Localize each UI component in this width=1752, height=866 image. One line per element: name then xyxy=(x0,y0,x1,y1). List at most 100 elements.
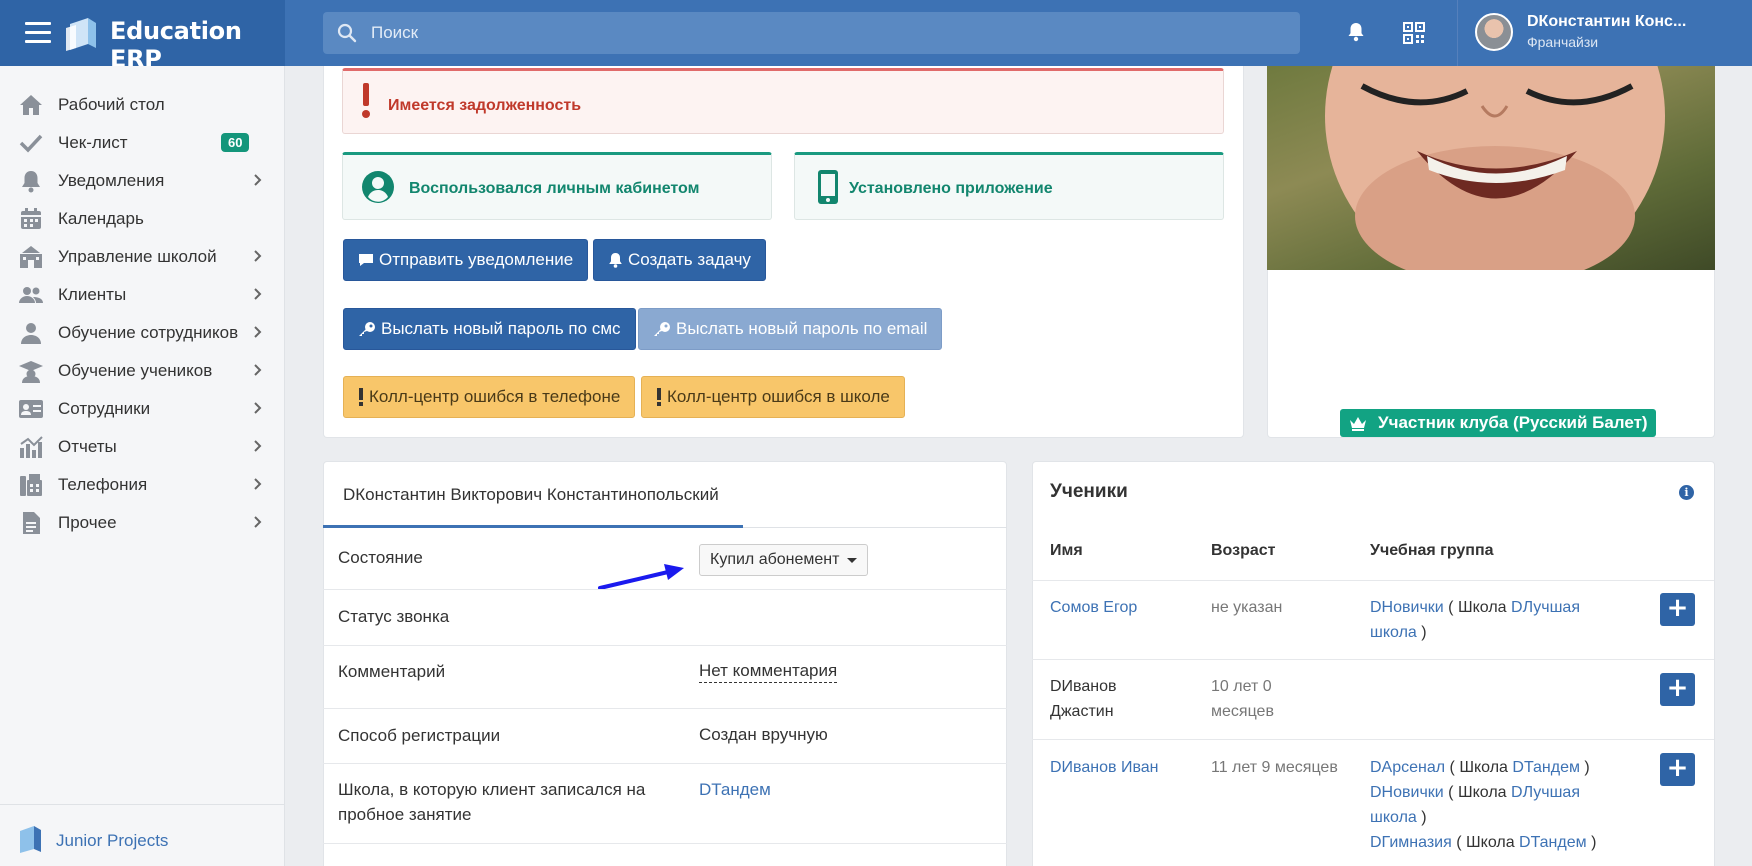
row-divider xyxy=(323,589,1007,590)
row-divider xyxy=(323,708,1007,709)
sidebar-item-label: Телефония xyxy=(58,475,148,494)
exclamation-icon xyxy=(359,388,363,406)
qr-code-icon[interactable] xyxy=(1403,22,1425,44)
sidebar-item-staff-training[interactable]: Обучение сотрудников xyxy=(0,316,285,350)
bell-icon[interactable] xyxy=(1347,22,1365,42)
tab-client-name[interactable]: DКонстантин Викторович Константинопольск… xyxy=(343,485,719,505)
send-email-password-button[interactable]: Выслать новый пароль по email xyxy=(638,308,943,350)
send-notification-label: Отправить уведомление xyxy=(379,250,574,269)
chevron-right-icon xyxy=(254,478,262,490)
column-header-name: Имя xyxy=(1050,542,1083,559)
search-icon xyxy=(337,23,357,43)
school-link[interactable]: DТандем xyxy=(1512,759,1580,776)
info-icon[interactable]: i xyxy=(1679,485,1694,500)
chart-icon xyxy=(20,436,43,458)
chevron-right-icon xyxy=(254,250,262,262)
chevron-right-icon xyxy=(254,516,262,528)
callcenter-school-error-label: Колл-центр ошибся в школе xyxy=(667,387,890,406)
sidebar-item-clients[interactable]: Клиенты xyxy=(0,278,285,312)
client-photo[interactable] xyxy=(1267,66,1715,270)
app-title[interactable]: Education ERP xyxy=(110,17,285,73)
calendar-icon xyxy=(21,208,41,229)
search-box[interactable] xyxy=(323,12,1300,54)
file-icon xyxy=(23,512,40,534)
search-input[interactable] xyxy=(371,12,1271,54)
sidebar-item-label: Обучение учеников xyxy=(58,361,213,380)
student-name-link[interactable]: Сомов Егор xyxy=(1050,595,1137,620)
comment-value[interactable]: Нет комментария xyxy=(699,661,838,683)
sidebar-item-employees[interactable]: Сотрудники xyxy=(0,392,285,426)
field-label-registration: Способ регистрации xyxy=(338,726,501,745)
send-sms-password-button[interactable]: Выслать новый пароль по смс xyxy=(343,308,636,350)
cabinet-used-status: Воспользовался личным кабинетом xyxy=(342,152,772,220)
trial-school-link[interactable]: DТандем xyxy=(699,780,771,800)
callcenter-phone-error-button[interactable]: Колл-центр ошибся в телефоне xyxy=(343,376,636,418)
student-name-link[interactable]: DИванов Иван xyxy=(1050,755,1159,780)
field-label-state: Состояние xyxy=(338,548,423,567)
send-email-password-label: Выслать новый пароль по email xyxy=(676,319,928,338)
group-link[interactable]: DАрсенал xyxy=(1370,759,1445,776)
face-image xyxy=(1325,66,1665,270)
chevron-right-icon xyxy=(254,440,262,452)
student-age: 10 лет 0 месяцев xyxy=(1211,678,1274,720)
exclamation-icon xyxy=(657,388,661,406)
sidebar-item-label: Прочее xyxy=(58,513,117,532)
debt-alert: Имеется задолженность xyxy=(342,68,1224,134)
column-header-group: Учебная группа xyxy=(1370,542,1494,559)
group-link[interactable]: DГимназия xyxy=(1370,834,1452,851)
sidebar-item-label: Обучение сотрудников xyxy=(58,323,239,342)
student-name: DИванов Джастин xyxy=(1050,678,1117,720)
chevron-right-icon xyxy=(254,326,262,338)
group-school-prefix: ( Школа xyxy=(1445,759,1513,776)
sidebar-item-reports[interactable]: Отчеты xyxy=(0,430,285,464)
student-group-line: DНовички ( Школа DЛучшая школа ) xyxy=(1370,595,1620,645)
students-title: Ученики xyxy=(1050,481,1128,502)
callcenter-school-error-button[interactable]: Колл-центр ошибся в школе xyxy=(641,376,905,418)
graduation-cap-icon xyxy=(19,361,43,383)
send-notification-button[interactable]: Отправить уведомление xyxy=(343,239,589,281)
create-task-button[interactable]: Создать задачу xyxy=(593,239,766,281)
comment-icon xyxy=(359,254,373,266)
key-icon xyxy=(654,322,670,336)
id-card-icon xyxy=(19,400,43,418)
menu-icon[interactable] xyxy=(25,22,51,44)
sidebar-item-label: Календарь xyxy=(58,209,144,228)
comment-editable[interactable]: Нет комментария xyxy=(699,661,838,683)
row-divider xyxy=(323,645,1007,646)
add-group-button[interactable]: + xyxy=(1660,593,1695,626)
group-link[interactable]: DНовички xyxy=(1370,599,1444,616)
user-name[interactable]: DКонстантин Конс... xyxy=(1527,13,1686,31)
sidebar-item-student-training[interactable]: Обучение учеников xyxy=(0,354,285,388)
sidebar-item-telephony[interactable]: Телефония xyxy=(0,468,285,502)
group-school-suffix: ) xyxy=(1416,809,1427,826)
group-school-suffix: ) xyxy=(1579,759,1590,776)
sidebar: Рабочий стол Чек-лист 60 Уведомления Кал… xyxy=(0,66,285,866)
student-age: не указан xyxy=(1211,599,1283,616)
sidebar-item-checklist[interactable]: Чек-лист 60 xyxy=(0,126,285,160)
school-link[interactable]: DТандем xyxy=(1519,834,1587,851)
sidebar-item-calendar[interactable]: Календарь xyxy=(0,202,285,236)
caret-down-icon xyxy=(847,558,858,563)
row-divider xyxy=(323,763,1007,764)
junior-projects-logo-icon xyxy=(20,826,41,853)
crown-icon xyxy=(1350,417,1366,431)
field-label-comment: Комментарий xyxy=(338,662,446,681)
debt-alert-text: Имеется задолженность xyxy=(388,97,582,114)
add-group-button[interactable]: + xyxy=(1660,673,1695,706)
send-sms-password-label: Выслать новый пароль по смс xyxy=(381,319,621,338)
annotation-arrow xyxy=(598,564,684,590)
add-group-button[interactable]: + xyxy=(1660,753,1695,786)
sidebar-item-school-management[interactable]: Управление школой xyxy=(0,240,285,274)
sidebar-item-desktop[interactable]: Рабочий стол xyxy=(0,88,285,122)
group-link[interactable]: DНовички xyxy=(1370,784,1444,801)
group-school-suffix: ) xyxy=(1586,834,1597,851)
row-divider xyxy=(1032,739,1714,740)
avatar[interactable] xyxy=(1475,13,1513,51)
bell-icon xyxy=(22,171,40,193)
sidebar-item-notifications[interactable]: Уведомления xyxy=(0,164,285,198)
footer-label[interactable]: Junior Projects xyxy=(56,831,168,851)
chevron-right-icon xyxy=(254,364,262,376)
sidebar-item-other[interactable]: Прочее xyxy=(0,506,285,540)
exclamation-icon xyxy=(362,83,370,118)
state-dropdown[interactable]: Купил абонемент xyxy=(699,544,869,576)
